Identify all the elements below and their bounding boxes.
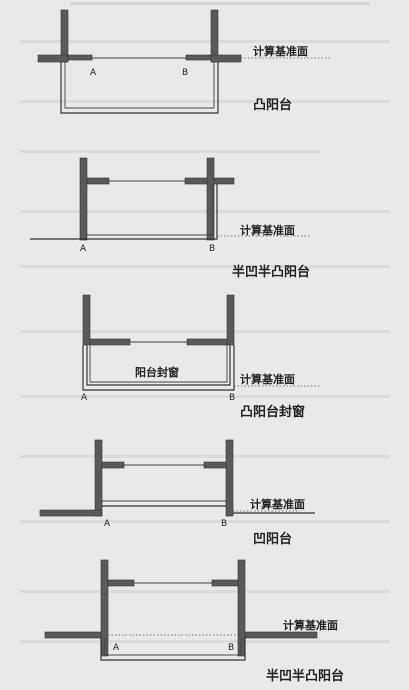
right-floor-slab [210, 54, 242, 63]
left-window-stub [86, 177, 110, 185]
balcony-diagram-page: A B 计算基准面 凸阳台 A B 计算基准面 半凹半凸阳台 阳台封窗 A B [0, 0, 409, 686]
left-window-stub [67, 54, 93, 61]
point-a: A [113, 643, 120, 653]
diagram-caption: 凹阳台 [253, 531, 292, 547]
diagram-caption: 凸阳台 [253, 97, 292, 113]
right-window-stub [185, 54, 212, 61]
left-floor-slab [44, 631, 102, 639]
enclosed-window-label: 阳台封窗 [135, 365, 179, 379]
point-b: B [229, 393, 235, 403]
left-window-stub [101, 461, 125, 469]
point-a: A [104, 519, 111, 529]
calc-label: 计算基准面 [283, 618, 338, 632]
point-b: B [209, 244, 215, 254]
right-wall [226, 294, 235, 346]
calc-label: 计算基准面 [240, 372, 295, 386]
left-wall [60, 9, 69, 63]
diagram-caption: 半凹半凸阳台 [232, 264, 310, 280]
left-wall [79, 157, 88, 241]
right-window-stub [211, 579, 239, 587]
left-wall [100, 559, 109, 657]
right-window-stub [184, 177, 208, 185]
right-floor-slab [244, 631, 318, 639]
diagram-caption: 半凹半凸阳台 [266, 668, 344, 684]
right-window-stub [186, 338, 228, 346]
right-wall [210, 9, 219, 63]
point-b: B [221, 519, 227, 529]
left-window-stub [107, 579, 135, 587]
calc-label: 计算基准面 [253, 44, 308, 58]
point-b: B [182, 68, 188, 78]
left-floor-slab [39, 509, 103, 517]
calc-label: 计算基准面 [240, 223, 295, 237]
diagram-caption: 凸阳台封窗 [240, 404, 305, 420]
left-wall [82, 294, 91, 346]
point-b: B [228, 643, 234, 653]
point-a: A [80, 244, 87, 254]
point-a: A [90, 68, 97, 78]
point-a: A [81, 393, 88, 403]
right-wall [225, 439, 234, 517]
calc-label: 计算基准面 [250, 497, 305, 511]
left-floor-slab [37, 54, 69, 63]
right-wall [237, 559, 246, 657]
right-floor-slab [213, 177, 235, 185]
right-window-stub [203, 461, 227, 469]
left-wall [94, 439, 103, 517]
left-window-stub [89, 338, 131, 346]
